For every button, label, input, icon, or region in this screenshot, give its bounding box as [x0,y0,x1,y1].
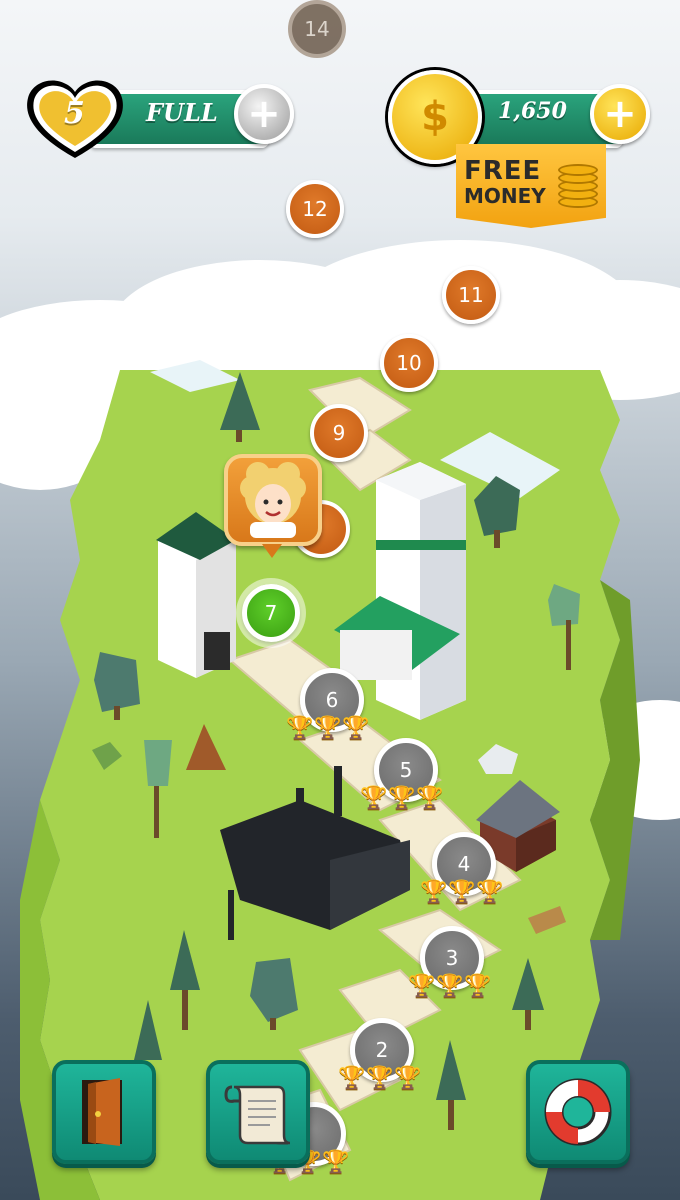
scroll-icon [224,1085,291,1145]
trophy-icon: 🏆 [322,1150,350,1175]
level-number: 6 [325,688,339,712]
level-number: 5 [399,758,413,782]
trophies-level-5: 🏆 🏆 🏆 [360,786,444,811]
trophy-icon: 🏆 [436,974,464,999]
dollar-icon: $ [421,94,449,140]
level-number: 10 [396,351,422,375]
plus-icon: + [247,91,281,137]
plus-icon: + [603,91,637,137]
exit-button[interactable] [52,1060,156,1164]
level-list-button[interactable] [206,1060,310,1164]
trophy-icon: 🏆 [420,880,448,905]
trophy-icon: 🏆 [448,880,476,905]
free-money-button[interactable]: FREE MONEY [456,144,606,228]
player-face-icon [240,462,306,538]
trophies-level-6: 🏆 🏆 🏆 [286,716,370,741]
trophy-icon: 🏆 [286,716,314,741]
trophy-icon: 🏆 [394,1066,422,1091]
add-lives-button[interactable]: + [234,84,294,144]
trophies-level-4: 🏆 🏆 🏆 [420,880,504,905]
add-coins-button[interactable]: + [590,84,650,144]
player-avatar-marker[interactable] [224,454,322,546]
help-button[interactable] [526,1060,630,1164]
level-number: 7 [264,601,278,625]
free-money-line1: FREE [464,156,542,186]
free-money-line2: MONEY [464,184,546,208]
trophy-icon: 🏆 [360,786,388,811]
trophy-icon: 🏆 [342,716,370,741]
trophies-level-2: 🏆 🏆 🏆 [338,1066,422,1091]
coin-stack-icon [558,160,598,210]
silo-building [156,512,236,678]
trophy-icon: 🏆 [476,880,504,905]
door-icon [82,1078,122,1146]
level-number: 12 [302,197,328,221]
level-node-11[interactable]: 11 [442,266,500,324]
trophy-icon: 🏆 [366,1066,394,1091]
level-node-9[interactable]: 9 [310,404,368,462]
level-map-screen: { "hud": { "lives_count": "5", "lives_st… [0,0,680,1200]
trophy-icon: 🏆 [408,974,436,999]
lives-status: FULL [146,98,218,127]
lifebuoy-icon [544,1078,612,1146]
level-number: 14 [304,17,330,41]
level-node-7-current[interactable]: 7 [242,584,300,642]
level-node-10[interactable]: 10 [380,334,438,392]
trophy-icon: 🏆 [338,1066,366,1091]
coins-count: 1,650 [498,98,567,124]
avatar-pointer [262,544,282,558]
level-number: 4 [457,852,471,876]
trophy-icon: 🏆 [314,716,342,741]
trophies-level-3: 🏆 🏆 🏆 [408,974,492,999]
level-number: 11 [458,283,484,307]
level-number: 3 [445,946,459,970]
level-node-12[interactable]: 12 [286,180,344,238]
trophy-icon: 🏆 [416,786,444,811]
trophy-icon: 🏆 [464,974,492,999]
level-number: 2 [375,1038,389,1062]
level-node-14[interactable]: 14 [288,0,346,58]
lives-count: 5 [64,96,85,131]
trophy-icon: 🏆 [388,786,416,811]
level-number: 9 [332,421,346,445]
